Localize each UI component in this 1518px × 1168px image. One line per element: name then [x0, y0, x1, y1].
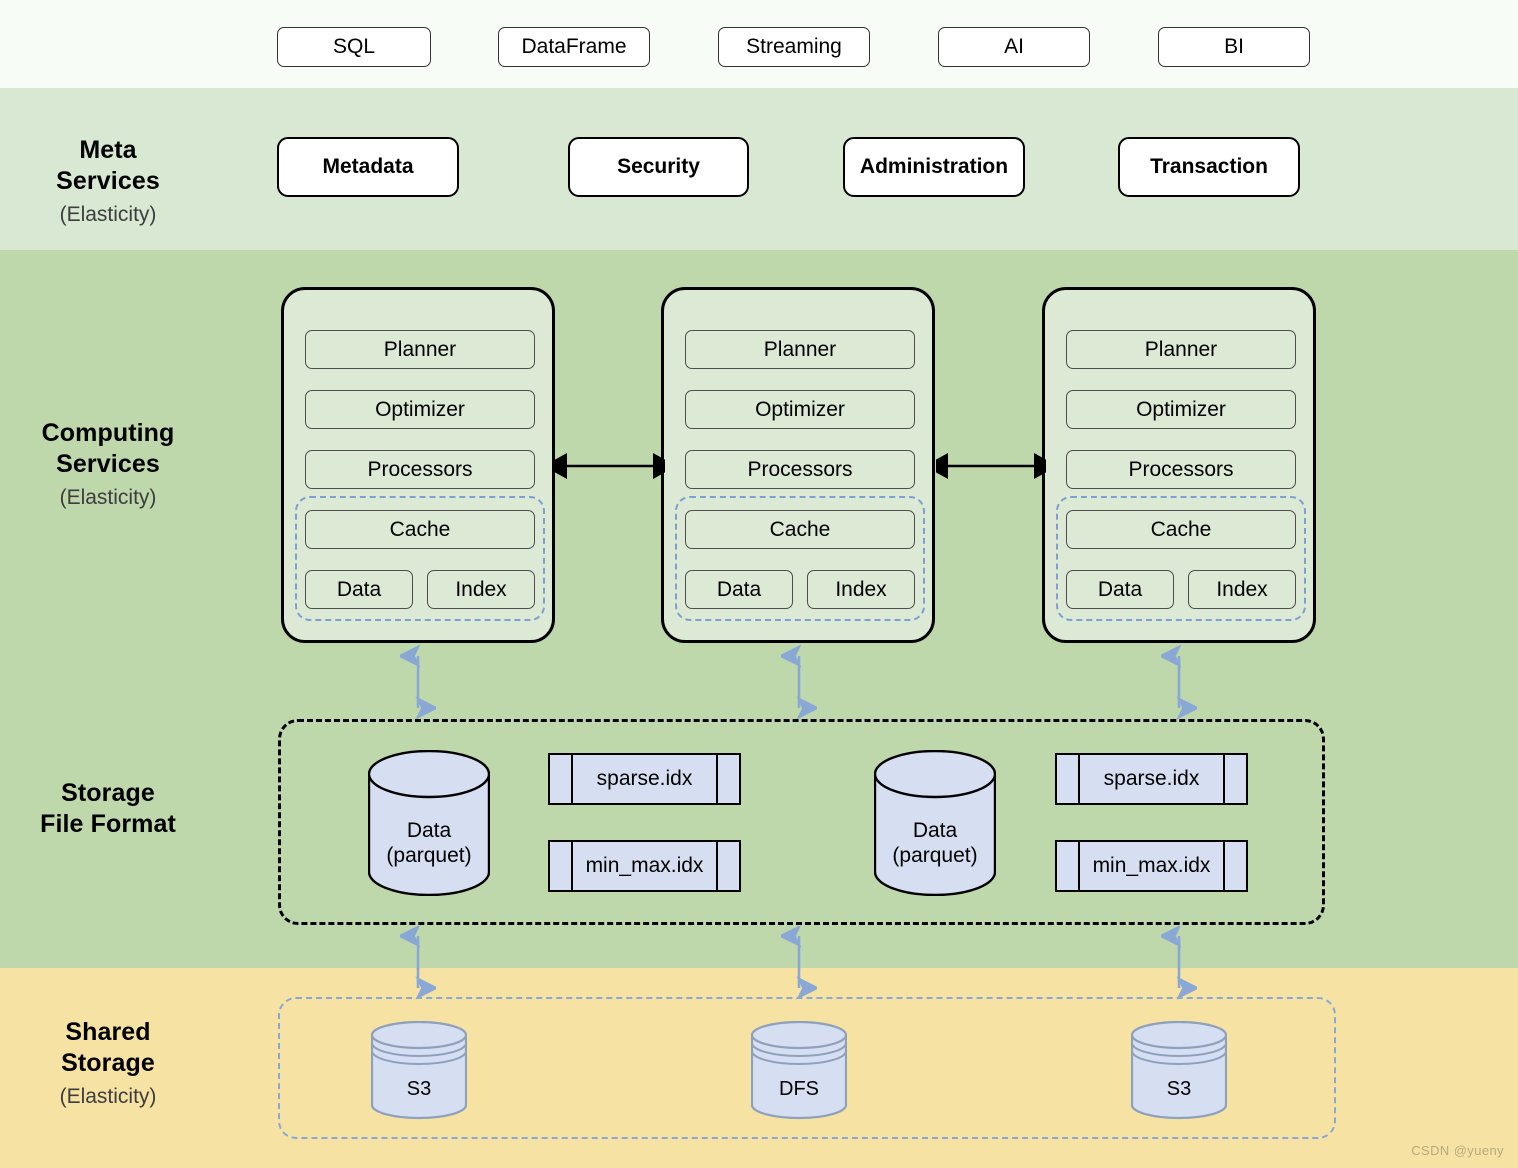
connector-node3-storage	[1161, 644, 1197, 720]
connector-node1-storage	[400, 644, 436, 720]
connector-storage-shared-2	[781, 926, 817, 1000]
access-item-dataframe[interactable]: DataFrame	[498, 27, 650, 67]
connector-storage-shared-1	[400, 926, 436, 1000]
connector-storage-shared-3	[1161, 926, 1197, 1000]
computing-services-title-line1: Computing	[41, 419, 175, 447]
meta-item-metadata[interactable]: Metadata	[277, 137, 459, 197]
shared-storage-cylinder-s3-2[interactable]	[1131, 1021, 1227, 1121]
meta-item-transaction[interactable]: Transaction	[1118, 137, 1300, 197]
connector-node2-storage	[781, 644, 817, 720]
shared-storage-cylinder-s3-1[interactable]	[371, 1021, 467, 1121]
row-label-meta-services: Meta Services (Elasticity)	[0, 135, 216, 228]
storage-data-cylinder-1-label: Data (parquet)	[368, 818, 490, 868]
node-1-processors[interactable]: Processors	[305, 450, 535, 489]
node-2-cache-data[interactable]: Data	[685, 570, 793, 609]
meta-services-title-line1: Meta	[79, 136, 137, 164]
node-1-optimizer[interactable]: Optimizer	[305, 390, 535, 429]
storage-data-cylinder-2-line1: Data	[912, 819, 958, 842]
node-link-arrow-2-3	[936, 453, 1046, 479]
node-3-processors[interactable]: Processors	[1066, 450, 1296, 489]
storage-data-cylinder-1-line2: (parquet)	[386, 844, 472, 868]
node-2-processors[interactable]: Processors	[685, 450, 915, 489]
storage-index-minmax-2[interactable]: min_max.idx	[1055, 840, 1248, 892]
storage-data-cylinder-2-label: Data (parquet)	[874, 818, 996, 868]
shared-storage-label-s3-1: S3	[406, 1078, 432, 1100]
node-link-arrow-1-2	[555, 453, 665, 479]
meta-services-title-line2: Services	[56, 166, 160, 195]
node-1-cache-data[interactable]: Data	[305, 570, 413, 609]
node-1-cache[interactable]: Cache	[305, 510, 535, 549]
computing-node-1[interactable]: Planner Optimizer Processors Cache Data …	[281, 287, 555, 643]
storage-index-sparse-1[interactable]: sparse.idx	[548, 753, 741, 805]
architecture-diagram: SQL DataFrame Streaming AI BI Meta Servi…	[0, 0, 1518, 1168]
computing-node-3[interactable]: Planner Optimizer Processors Cache Data …	[1042, 287, 1316, 643]
meta-services-subtitle: (Elasticity)	[59, 203, 157, 226]
row-label-computing-services: Computing Services (Elasticity)	[0, 418, 216, 511]
shared-storage-label-s3-2: S3	[1166, 1078, 1192, 1100]
node-2-optimizer[interactable]: Optimizer	[685, 390, 915, 429]
meta-item-administration[interactable]: Administration	[843, 137, 1025, 197]
row-label-shared-storage: Shared Storage (Elasticity)	[0, 1017, 216, 1110]
node-3-cache-index[interactable]: Index	[1188, 570, 1296, 609]
node-1-planner[interactable]: Planner	[305, 330, 535, 369]
node-3-cache[interactable]: Cache	[1066, 510, 1296, 549]
access-item-sql[interactable]: SQL	[277, 27, 431, 67]
shared-storage-subtitle: (Elasticity)	[59, 1085, 157, 1108]
storage-data-cylinder-2-line2: (parquet)	[892, 844, 978, 868]
access-item-bi[interactable]: BI	[1158, 27, 1310, 67]
node-2-planner[interactable]: Planner	[685, 330, 915, 369]
shared-storage-title-line1: Shared	[65, 1018, 151, 1046]
storage-index-sparse-2[interactable]: sparse.idx	[1055, 753, 1248, 805]
node-3-optimizer[interactable]: Optimizer	[1066, 390, 1296, 429]
watermark: CSDN @yueny	[1411, 1143, 1504, 1158]
storage-file-format-title-line1: Storage	[61, 779, 155, 807]
meta-item-security[interactable]: Security	[568, 137, 749, 197]
node-1-cache-index[interactable]: Index	[427, 570, 535, 609]
access-item-streaming[interactable]: Streaming	[718, 27, 870, 67]
storage-data-cylinder-1-line1: Data	[406, 819, 452, 842]
storage-index-minmax-1[interactable]: min_max.idx	[548, 840, 741, 892]
computing-services-title-line2: Services	[56, 449, 160, 478]
computing-services-subtitle: (Elasticity)	[59, 486, 157, 509]
shared-storage-label-dfs: DFS	[779, 1078, 819, 1100]
shared-storage-cylinder-dfs[interactable]	[751, 1021, 847, 1121]
node-3-cache-data[interactable]: Data	[1066, 570, 1174, 609]
computing-node-2[interactable]: Planner Optimizer Processors Cache Data …	[661, 287, 935, 643]
access-item-ai[interactable]: AI	[938, 27, 1090, 67]
node-2-cache[interactable]: Cache	[685, 510, 915, 549]
node-2-cache-index[interactable]: Index	[807, 570, 915, 609]
row-label-storage-file-format: Storage File Format	[0, 778, 216, 839]
storage-file-format-title-line2: File Format	[40, 809, 176, 838]
shared-storage-title-line2: Storage	[61, 1048, 155, 1077]
node-3-planner[interactable]: Planner	[1066, 330, 1296, 369]
